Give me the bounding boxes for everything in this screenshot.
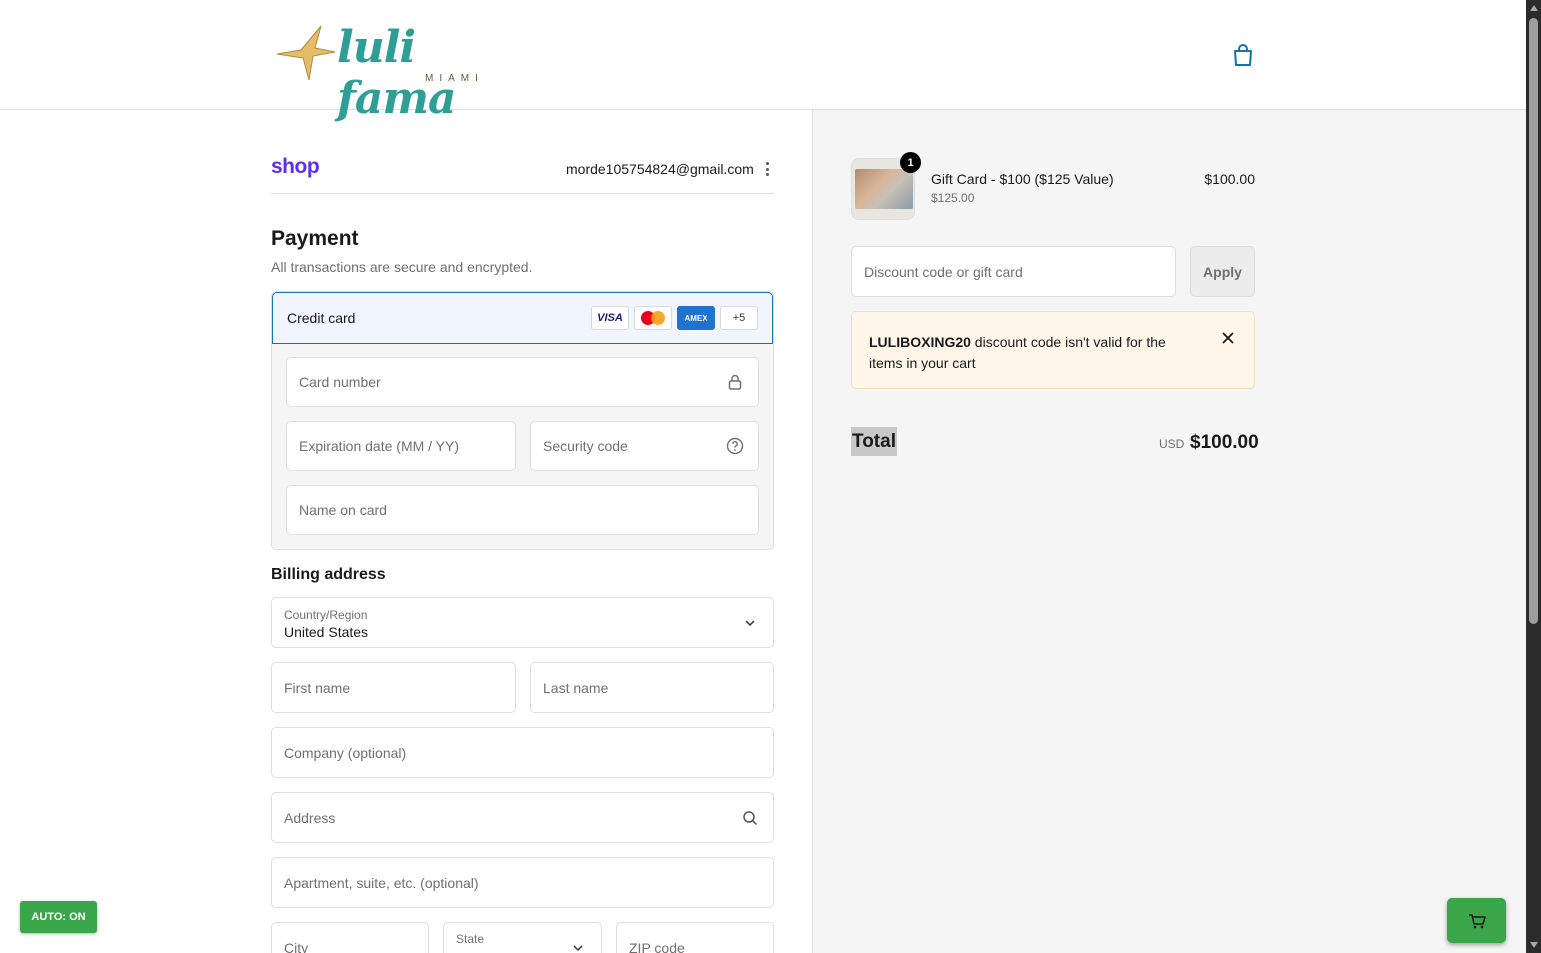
auto-toggle-button[interactable]: AUTO: ON xyxy=(20,901,97,933)
expiration-placeholder: Expiration date (MM / YY) xyxy=(299,438,460,454)
billing-address-heading: Billing address xyxy=(271,566,386,583)
first-name-field[interactable]: First name xyxy=(271,662,516,713)
logo-subtext: MIAMI xyxy=(425,73,484,84)
state-select[interactable]: State xyxy=(443,922,602,953)
shopping-bag-icon xyxy=(1234,44,1252,66)
search-icon xyxy=(743,810,758,825)
site-header: luli fama MIAMI xyxy=(0,0,1526,124)
zip-code-field[interactable]: ZIP code xyxy=(616,922,774,953)
chevron-down-icon xyxy=(573,945,583,952)
card-brands: VISA AMEX +5 xyxy=(591,306,758,330)
quantity-badge: 1 xyxy=(900,152,921,173)
chevron-down-icon xyxy=(745,619,755,626)
visa-icon: VISA xyxy=(591,306,629,330)
shop-pay-logo: shop xyxy=(271,155,320,178)
apply-discount-button[interactable]: Apply xyxy=(1190,246,1255,297)
card-number-placeholder: Card number xyxy=(299,374,381,390)
payment-heading: Payment xyxy=(271,227,359,250)
product-price: $100.00 xyxy=(1204,171,1255,187)
company-field[interactable]: Company (optional) xyxy=(271,727,774,778)
name-on-card-field[interactable]: Name on card xyxy=(286,485,759,535)
scroll-thumb[interactable] xyxy=(1529,18,1538,624)
amex-icon: AMEX xyxy=(677,306,715,330)
account-menu-button[interactable] xyxy=(760,160,774,178)
first-name-placeholder: First name xyxy=(284,679,351,696)
divider xyxy=(271,193,774,194)
address-field[interactable]: Address xyxy=(271,792,774,843)
close-icon[interactable] xyxy=(1220,330,1236,346)
city-placeholder: City xyxy=(284,940,309,953)
alert-message: LULIBOXING20 discount code isn't valid f… xyxy=(869,332,1189,374)
credit-card-label: Credit card xyxy=(287,310,356,326)
help-icon[interactable] xyxy=(726,437,744,455)
city-field[interactable]: City xyxy=(271,922,429,953)
country-region-select[interactable]: Country/Region United States xyxy=(271,597,774,648)
country-label: Country/Region xyxy=(284,608,368,622)
country-value: United States xyxy=(284,624,369,640)
page-scrollbar[interactable] xyxy=(1526,0,1541,953)
apartment-placeholder: Apartment, suite, etc. (optional) xyxy=(284,874,479,891)
security-code-field[interactable]: Security code xyxy=(530,421,759,471)
lock-icon xyxy=(728,374,742,390)
expiration-date-field[interactable]: Expiration date (MM / YY) xyxy=(286,421,516,471)
product-name: Gift Card - $100 ($125 Value) xyxy=(931,171,1114,187)
credit-card-option[interactable]: Credit card VISA AMEX +5 xyxy=(272,292,773,344)
cart-assistant-button[interactable] xyxy=(1447,898,1506,943)
zip-placeholder: ZIP code xyxy=(629,940,685,953)
company-placeholder: Company (optional) xyxy=(284,744,407,761)
apartment-field[interactable]: Apartment, suite, etc. (optional) xyxy=(271,857,774,908)
state-label: State xyxy=(456,932,485,946)
starfish-icon xyxy=(276,25,336,81)
payment-subtitle: All transactions are secure and encrypte… xyxy=(271,259,533,275)
security-code-placeholder: Security code xyxy=(543,438,628,454)
card-number-field[interactable]: Card number xyxy=(286,357,759,407)
alert-discount-code: LULIBOXING20 xyxy=(869,334,971,350)
name-on-card-placeholder: Name on card xyxy=(299,502,387,518)
discount-placeholder: Discount code or gift card xyxy=(864,263,1023,280)
scroll-down-arrow[interactable] xyxy=(1530,942,1538,948)
more-cards-badge: +5 xyxy=(720,306,758,330)
last-name-placeholder: Last name xyxy=(543,679,609,696)
total-currency: USD xyxy=(1159,437,1185,451)
discount-code-input[interactable]: Discount code or gift card xyxy=(851,246,1176,297)
account-email: morde105754824@gmail.com xyxy=(566,161,754,177)
cart-bag-button[interactable] xyxy=(1230,42,1256,68)
address-placeholder: Address xyxy=(284,809,336,826)
shopping-cart-icon xyxy=(1468,913,1486,928)
luli-fama-logo[interactable]: luli fama MIAMI xyxy=(275,20,490,124)
total-label: Total xyxy=(851,427,897,456)
mastercard-icon xyxy=(634,306,672,330)
last-name-field[interactable]: Last name xyxy=(530,662,774,713)
scroll-up-arrow[interactable] xyxy=(1530,5,1538,11)
order-summary-panel xyxy=(812,110,1526,953)
product-original-price: $125.00 xyxy=(931,191,975,205)
total-amount: $100.00 xyxy=(1190,432,1259,453)
discount-error-alert: LULIBOXING20 discount code isn't valid f… xyxy=(851,311,1255,389)
